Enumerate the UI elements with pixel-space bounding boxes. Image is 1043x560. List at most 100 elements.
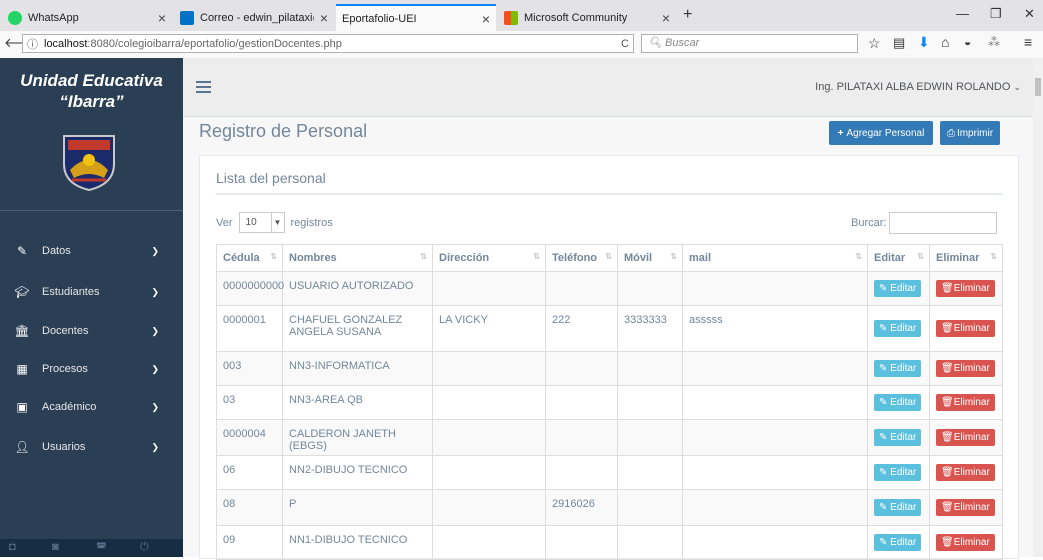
scrollbar-thumb[interactable] [1035, 78, 1041, 96]
delete-button[interactable]: 🗑︎Eliminar [936, 464, 995, 481]
edit-button[interactable]: ✎ Editar [874, 320, 922, 337]
logout-icon[interactable]: ⏻ [140, 541, 150, 553]
col-header-editar[interactable]: Editar ⇅ [867, 244, 930, 272]
edit-button[interactable]: ✎ Editar [874, 360, 922, 377]
table-cell: LA VICKY [432, 305, 546, 352]
table-row: 08 P 2916026 ✎ Editar 🗑︎Eliminar [216, 489, 1003, 526]
sidebar-item-procesos[interactable]: ▦ Procesos ❯ [0, 356, 183, 382]
page-length-select[interactable]: 10 ▼ [238, 212, 285, 233]
browser-nav-bar: 🡐 ⓘ localhost:8080/colegioibarra/eportaf… [0, 31, 1043, 59]
page-scrollbar[interactable] [1033, 58, 1043, 557]
col-header-nombres[interactable]: Nombres ⇅ [282, 244, 433, 272]
trash-icon: 🗑︎ [941, 363, 954, 374]
sidebar-item-estudiantes[interactable]: 🎓︎ Estudiantes ❯ [0, 279, 183, 305]
close-tab-icon[interactable]: × [482, 11, 490, 27]
table-cell [545, 455, 618, 490]
site-brand[interactable]: Unidad Educativa “Ibarra” [0, 70, 183, 112]
search-bar[interactable]: 🔍︎ Buscar [641, 34, 858, 53]
school-crest-logo [63, 135, 115, 192]
page-title: Registro de Personal [199, 121, 368, 141]
user-menu[interactable]: Ing. PILATAXI ALBA EDWIN ROLANDO ⌄ [815, 81, 1021, 93]
chevron-down-icon: ❯ [151, 325, 159, 336]
pencil-icon: ✎ [879, 363, 888, 374]
fullscreen-icon[interactable]: ◙ [52, 541, 62, 553]
edit-cell: ✎ Editar [867, 455, 930, 490]
col-header-eliminar[interactable]: Eliminar ⇅ [929, 244, 1003, 272]
edit-cell: ✎ Editar [867, 271, 930, 306]
delete-button[interactable]: 🗑︎Eliminar [936, 394, 995, 411]
edit-button[interactable]: ✎ Editar [874, 464, 922, 481]
delete-button[interactable]: 🗑︎Eliminar [936, 534, 995, 551]
extension-icon[interactable]: ⁂ [988, 35, 1000, 49]
maximize-icon[interactable]: ❐ [990, 6, 1002, 22]
header-label: Dirección [439, 252, 490, 264]
sidebar-item-docentes[interactable]: 🏛︎ Docentes ❯ [0, 318, 183, 344]
chevron-down-icon: ❯ [151, 401, 159, 412]
tab-whatsapp[interactable]: WhatsApp × [2, 4, 172, 31]
edit-button[interactable]: ✎ Editar [874, 534, 922, 551]
sidebar-item-label: Académico [42, 401, 97, 413]
reload-icon[interactable]: C [621, 38, 629, 50]
delete-button[interactable]: 🗑︎Eliminar [936, 280, 995, 297]
tab-eportafolio[interactable]: Eportafolio-UEI × [336, 4, 496, 31]
table-cell [617, 351, 683, 386]
delete-button[interactable]: 🗑︎Eliminar [936, 360, 995, 377]
edit-icon: ✎ [16, 244, 28, 258]
col-header-direccion[interactable]: Dirección ⇅ [432, 244, 546, 272]
close-window-icon[interactable]: ✕ [1024, 6, 1035, 22]
table-row: 09 NN1-DIBUJO TECNICO ✎ Editar 🗑︎Eliminar [216, 525, 1003, 560]
sidebar-item-datos[interactable]: ✎ Datos ❯ [0, 238, 183, 264]
table-cell [682, 489, 868, 526]
edit-label: Editar [890, 397, 917, 408]
sidebar-item-usuarios[interactable]: 👤︎ Usuarios ❯ [0, 434, 183, 460]
table-cell: 0000000000 [216, 271, 284, 306]
new-tab-icon[interactable]: + [683, 6, 692, 24]
pocket-icon[interactable]: ◒ [964, 35, 971, 49]
lock-icon[interactable]: ◚ [96, 541, 107, 554]
menu-icon[interactable]: ≡ [1024, 34, 1032, 50]
pencil-icon: ✎ [879, 502, 888, 513]
edit-button[interactable]: ✎ Editar [874, 499, 922, 516]
delete-button[interactable]: 🗑︎Eliminar [936, 429, 995, 446]
menu-toggle-icon[interactable] [196, 81, 211, 96]
header-label: Cédula [223, 252, 260, 264]
table-cell: 08 [216, 489, 283, 526]
table-cell: 09 [216, 525, 283, 560]
trash-icon: 🗑︎ [941, 537, 954, 548]
reading-list-icon[interactable]: ▤ [893, 35, 905, 51]
table-cell [682, 351, 868, 386]
delete-button[interactable]: 🗑︎Eliminar [936, 499, 995, 516]
col-header-movil[interactable]: Móvil ⇅ [617, 244, 683, 272]
download-icon[interactable]: ⬇ [918, 34, 930, 51]
close-tab-icon[interactable]: × [662, 10, 670, 26]
edit-button[interactable]: ✎ Editar [874, 429, 922, 446]
col-header-telefono[interactable]: Teléfono ⇅ [545, 244, 618, 272]
sort-icon: ⇅ [990, 252, 997, 261]
tab-microsoft-community[interactable]: Microsoft Community × [498, 4, 676, 31]
print-button[interactable]: ⎙ Imprimir [940, 121, 1000, 145]
trash-icon: 🗑︎ [941, 432, 954, 443]
tab-title: Correo - edwin_pilataxi@hot [200, 11, 314, 24]
url-bar[interactable]: ⓘ localhost:8080/colegioibarra/eportafol… [22, 34, 634, 53]
info-icon[interactable]: ⓘ [27, 36, 38, 52]
minimize-icon[interactable]: — [956, 6, 969, 21]
table-row: 0000001 CHAFUEL GONZALEZ ANGELA SUSANA LA … [216, 305, 1003, 352]
tab-correo[interactable]: Correo - edwin_pilataxi@hot × [174, 4, 334, 31]
sidebar-item-academico[interactable]: ▣ Académico ❯ [0, 394, 183, 420]
col-header-cedula[interactable]: Cédula ⇅ [216, 244, 283, 272]
url-host: localhost [44, 37, 88, 50]
edit-button[interactable]: ✎ Editar [874, 394, 922, 411]
bookmark-star-icon[interactable]: ☆ [868, 35, 881, 52]
edit-button[interactable]: ✎ Editar [874, 280, 922, 297]
table-cell: USUARIO AUTORIZADO [282, 271, 433, 306]
delete-button[interactable]: 🗑︎Eliminar [936, 320, 995, 337]
table-cell: 2916026 [545, 489, 618, 526]
add-personal-button[interactable]: + Agregar Personal [829, 121, 933, 145]
table-row: 0000000000 USUARIO AUTORIZADO ✎ Editar 🗑︎El… [216, 271, 1003, 306]
table-search-input[interactable] [889, 212, 998, 234]
close-tab-icon[interactable]: × [158, 10, 166, 26]
col-header-mail[interactable]: mail ⇅ [682, 244, 868, 272]
close-tab-icon[interactable]: × [320, 10, 328, 26]
home-icon[interactable]: ⌂ [941, 34, 949, 50]
settings-icon[interactable]: ◘ [9, 541, 19, 553]
